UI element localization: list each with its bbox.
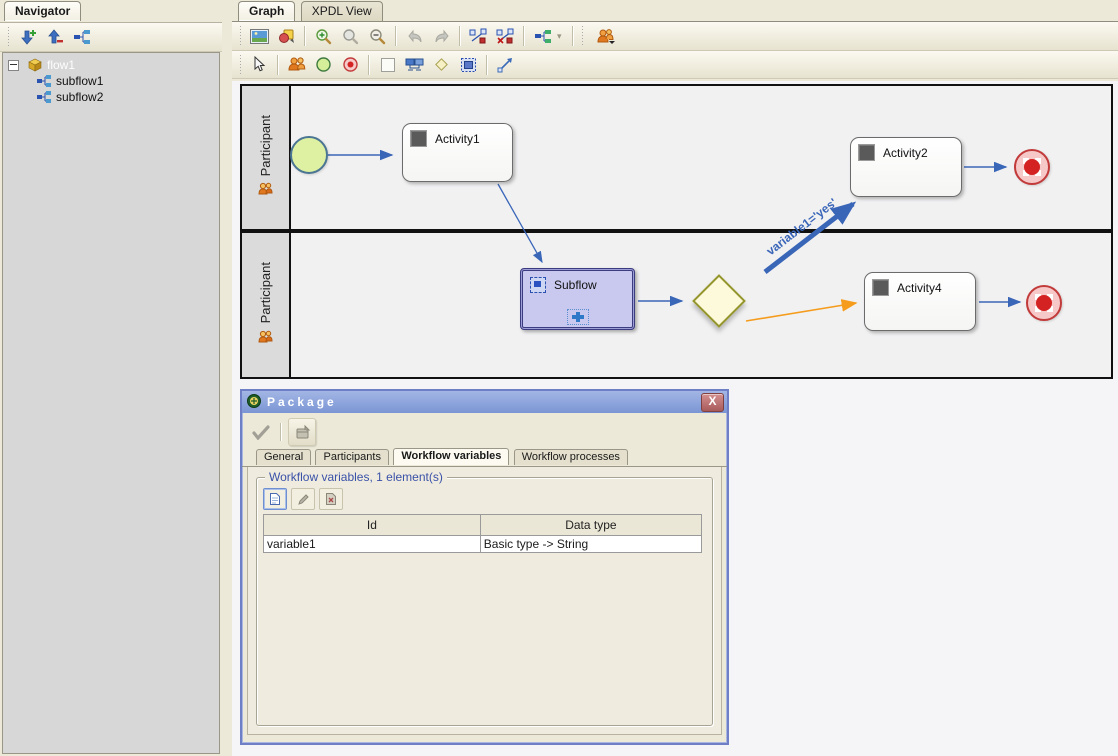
dialog-toolbar [242, 413, 727, 449]
tab-participants[interactable]: Participants [315, 449, 388, 465]
tab-workflow-processes[interactable]: Workflow processes [514, 449, 628, 465]
transition-route-activity4[interactable] [746, 303, 856, 321]
activity-label: Activity4 [897, 281, 942, 295]
activity-tool-icon[interactable] [374, 52, 401, 78]
dialog-title: Package [267, 395, 701, 409]
column-header-id[interactable]: Id [264, 515, 481, 536]
close-icon[interactable]: X [701, 393, 724, 412]
tree-item-subflow2[interactable]: subflow2 [3, 89, 219, 105]
variables-table[interactable]: Id Data type variable1 Basic type -> Str… [263, 514, 702, 553]
groupbox-title: Workflow variables, 1 element(s) [265, 470, 447, 484]
package-icon [27, 58, 43, 72]
tab-navigator[interactable]: Navigator [4, 1, 81, 21]
subflow-tree-icon[interactable] [529, 23, 556, 49]
dialog-titlebar[interactable]: Package X [242, 391, 727, 413]
variables-toolbar [263, 488, 343, 510]
toolbar-grip[interactable] [7, 27, 11, 47]
cell-id[interactable]: variable1 [264, 536, 481, 553]
tool-palette [232, 51, 1118, 79]
remove-node-icon[interactable] [41, 24, 68, 50]
table-row[interactable]: variable1 Basic type -> String [264, 536, 702, 553]
delete-variable-icon[interactable] [319, 488, 343, 510]
subflow-node[interactable]: Subflow [520, 268, 635, 330]
package-logo-icon [247, 394, 261, 411]
column-header-datatype[interactable]: Data type [480, 515, 701, 536]
subflow-tool-icon[interactable] [401, 52, 428, 78]
transition-condition-label[interactable]: variable1='yes' [764, 195, 840, 258]
new-variable-icon[interactable] [263, 488, 287, 510]
tree-item-label: subflow1 [56, 74, 103, 88]
toolbar-grip[interactable] [239, 55, 243, 75]
package-dialog[interactable]: Package X General Participants Workflow [240, 389, 729, 745]
subflow-tree-icon[interactable] [68, 24, 95, 50]
tab-graph[interactable]: Graph [238, 1, 295, 21]
start-event-node[interactable] [290, 136, 328, 174]
expand-subflow-button[interactable] [567, 309, 589, 325]
apply-icon[interactable] [248, 419, 274, 445]
editor-tab-row: Graph XPDL View [232, 0, 1118, 22]
transition-tool-icon[interactable] [492, 52, 519, 78]
insert-node-icon[interactable] [14, 24, 41, 50]
route-tool-icon[interactable] [428, 52, 455, 78]
tree-item-label: subflow2 [56, 90, 103, 104]
participant-tool-icon[interactable] [283, 52, 310, 78]
activity-label: Activity1 [435, 132, 480, 146]
chevron-down-icon[interactable]: ▾ [557, 31, 562, 42]
collapse-icon[interactable] [8, 60, 19, 71]
activity-type-icon [410, 130, 427, 147]
remove-transitions-icon[interactable] [492, 23, 519, 49]
undo-icon[interactable] [401, 23, 428, 49]
cell-datatype[interactable]: Basic type -> String [480, 536, 701, 553]
activity-label: Activity2 [883, 146, 928, 160]
select-tool-icon[interactable] [246, 52, 273, 78]
toolbar-grip[interactable] [239, 26, 243, 46]
app-window: Navigator [0, 0, 1118, 756]
end-event-node-2[interactable] [1026, 285, 1062, 321]
tab-workflow-variables[interactable]: Workflow variables [393, 448, 509, 465]
transition-activity1-subflow[interactable] [498, 184, 542, 262]
tree-item-subflow1[interactable]: subflow1 [3, 73, 219, 89]
toolbar-grip[interactable] [581, 26, 585, 46]
tab-general[interactable]: General [256, 449, 311, 465]
graph-toolbar: ▾ [232, 22, 1118, 51]
zoom-original-icon[interactable] [337, 23, 364, 49]
activity4-node[interactable]: Activity4 [864, 272, 976, 331]
activity1-node[interactable]: Activity1 [402, 123, 513, 182]
activity2-node[interactable]: Activity2 [850, 137, 962, 197]
zoom-in-icon[interactable] [310, 23, 337, 49]
edit-variable-icon[interactable] [291, 488, 315, 510]
navigator-tab-row: Navigator [0, 0, 222, 23]
end-event-tool-icon[interactable] [337, 52, 364, 78]
subflow-node-icon [37, 75, 52, 87]
navigator-tree[interactable]: flow1 subflow1 [2, 52, 220, 754]
participant-menu-icon[interactable] [588, 23, 624, 49]
subflow-label: Subflow [554, 278, 597, 292]
zoom-out-icon[interactable] [364, 23, 391, 49]
activity-type-icon [858, 144, 875, 161]
export-shapes-icon[interactable] [273, 23, 300, 49]
workflow-variables-panel: Workflow variables, 1 element(s) [247, 467, 722, 735]
save-image-icon[interactable] [246, 23, 273, 49]
tree-item-flow1[interactable]: flow1 [3, 57, 219, 73]
start-event-tool-icon[interactable] [310, 52, 337, 78]
dialog-tab-row: General Participants Workflow variables … [242, 449, 727, 467]
variables-groupbox: Workflow variables, 1 element(s) [256, 477, 713, 726]
tree-item-label: flow1 [47, 58, 75, 72]
redo-icon[interactable] [428, 23, 455, 49]
subflow-node-icon [37, 91, 52, 103]
package-icon[interactable] [288, 418, 316, 446]
navigator-toolbar [0, 23, 222, 52]
activity-type-icon [872, 279, 889, 296]
navigator-panel: Navigator [0, 0, 223, 756]
tab-xpdl-view[interactable]: XPDL View [301, 1, 383, 21]
block-activity-tool-icon[interactable] [455, 52, 482, 78]
subflow-type-icon [530, 277, 546, 293]
end-event-node-1[interactable] [1014, 149, 1050, 185]
select-transitions-icon[interactable] [465, 23, 492, 49]
